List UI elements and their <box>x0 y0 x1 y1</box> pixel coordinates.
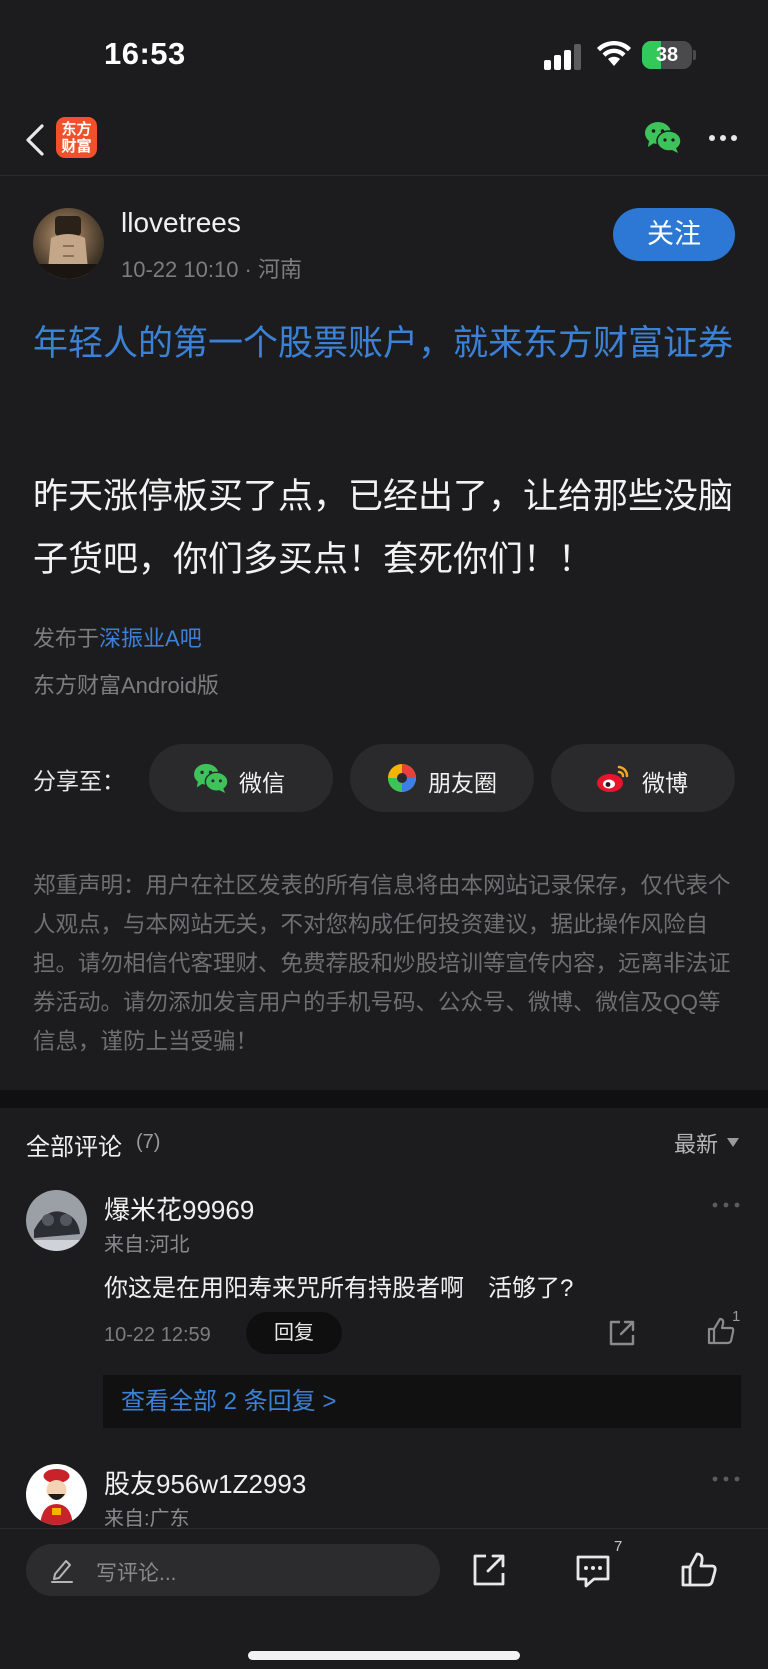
post-content: 昨天涨停板买了点，已经出了，让给那些没脑子货吧，你们多买点！套死你们！！ <box>33 477 734 579</box>
comment-text: 你这是在用阳寿来咒所有持股者啊 活够了? <box>104 1275 574 1302</box>
app-logo: 东方 财富 <box>56 117 97 158</box>
sort-dropdown[interactable]: 最新 <box>674 1127 718 1159</box>
post-author-row: llovetrees 10-22 10:10 · 河南 关注 <box>0 205 768 285</box>
bottom-bar: 写评论... 7 <box>0 1528 768 1669</box>
like-count: 1 <box>732 1308 741 1325</box>
commenter-name[interactable]: 股友956w1Z2993 <box>104 1464 306 1501</box>
share-row: 分享至： 微信 朋友圈 微博 <box>0 742 768 814</box>
reply-button[interactable]: 回复 <box>246 1312 342 1354</box>
wifi-icon <box>597 40 631 66</box>
comment-icon[interactable] <box>574 1551 612 1589</box>
share-weibo-label: 微博 <box>642 770 688 796</box>
comment-item: 股友956w1Z2993 来自:广东 <box>0 1464 768 1528</box>
commenter-name[interactable]: 爆米花99969 <box>104 1190 254 1227</box>
share-icon[interactable] <box>470 1551 508 1589</box>
comment-count-badge: 7 <box>614 1538 623 1555</box>
comment-item: 爆米花99969 来自:河北 你这是在用阳寿来咒所有持股者啊 活够了? 10-2… <box>0 1190 768 1440</box>
author-avatar[interactable] <box>33 208 104 279</box>
disclaimer-text: 郑重声明：用户在社区发表的所有信息将由本网站记录保存，仅代表个人观点，与本网站无… <box>33 873 731 1054</box>
publish-prefix: 发布于 <box>33 626 100 651</box>
share-icon[interactable] <box>607 1318 637 1348</box>
share-wechat-label: 微信 <box>239 770 285 796</box>
commenter-location: 来自:河北 <box>104 1234 190 1256</box>
nav-bar: 东方 财富 <box>0 110 768 176</box>
status-bar: 16:53 38 <box>0 0 768 110</box>
pen-icon <box>51 1560 73 1583</box>
chevron-down-icon[interactable] <box>727 1138 739 1147</box>
ad-title-link[interactable]: 年轻人的第一个股票账户，就来东方财富证券 <box>33 318 738 370</box>
more-icon[interactable] <box>712 1202 740 1208</box>
view-replies-link[interactable]: 查看全部 2 条回复 > <box>103 1375 741 1428</box>
status-time: 16:53 <box>104 36 186 71</box>
comment-time: 10-22 12:59 <box>104 1324 211 1346</box>
share-weibo-button[interactable]: 微博 <box>551 744 735 812</box>
section-divider <box>0 1090 768 1108</box>
share-wechat-button[interactable]: 微信 <box>149 744 333 812</box>
moments-icon <box>388 764 416 792</box>
share-moments-label: 朋友圈 <box>428 770 497 796</box>
comments-header: 全部评论 (7) 最新 <box>0 1120 768 1170</box>
post-meta: 10-22 10:10 · 河南 <box>121 257 302 282</box>
follow-button[interactable]: 关注 <box>613 208 735 261</box>
wechat-icon[interactable] <box>644 120 682 154</box>
client-info: 东方财富Android版 <box>33 673 219 698</box>
comment-input[interactable]: 写评论... <box>26 1544 440 1596</box>
commenter-location: 来自:广东 <box>104 1508 190 1528</box>
weibo-icon <box>597 765 629 792</box>
battery-indicator: 38 <box>642 41 696 69</box>
wechat-icon <box>194 763 229 794</box>
back-icon[interactable] <box>22 120 48 160</box>
comment-input-placeholder: 写评论... <box>96 1562 177 1585</box>
like-icon[interactable] <box>680 1551 718 1589</box>
signal-icon <box>544 44 581 70</box>
commenter-avatar[interactable] <box>26 1190 87 1251</box>
share-label: 分享至： <box>33 768 125 794</box>
home-indicator <box>248 1651 520 1660</box>
commenter-avatar[interactable] <box>26 1464 87 1525</box>
comments-title: 全部评论 <box>26 1134 122 1161</box>
more-icon[interactable] <box>712 1476 740 1482</box>
battery-percent: 38 <box>655 44 679 66</box>
comments-count: (7) <box>136 1131 161 1153</box>
more-icon[interactable] <box>708 134 738 142</box>
share-moments-button[interactable]: 朋友圈 <box>350 744 534 812</box>
forum-link[interactable]: 深振业A吧 <box>99 626 202 651</box>
author-name[interactable]: llovetrees <box>121 207 241 239</box>
publish-info: 发布于深振业A吧 <box>33 621 202 653</box>
